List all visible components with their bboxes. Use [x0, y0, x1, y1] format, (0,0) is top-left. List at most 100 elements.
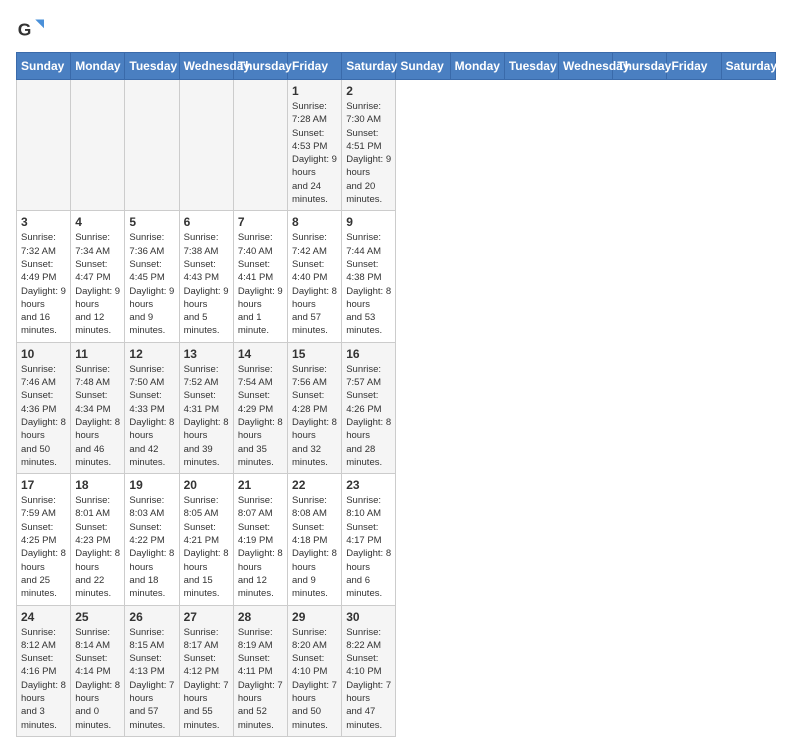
day-info: Sunrise: 8:19 AM Sunset: 4:11 PM Dayligh… [238, 626, 283, 732]
day-number: 18 [75, 478, 120, 492]
calendar-cell: 17 Sunrise: 7:59 AM Sunset: 4:25 PM Dayli… [17, 474, 71, 605]
calendar-cell: 7 Sunrise: 7:40 AM Sunset: 4:41 PM Daylig… [233, 211, 287, 342]
day-info: Sunrise: 7:38 AM Sunset: 4:43 PM Dayligh… [184, 231, 229, 337]
calendar-cell [179, 80, 233, 211]
calendar-cell: 28Sunrise: 8:19 AM Sunset: 4:11 PM Dayli… [233, 605, 287, 736]
calendar-cell: 16Sunrise: 7:57 AM Sunset: 4:26 PM Dayli… [342, 342, 396, 473]
calendar-cell: 4Sunrise: 7:34 AM Sunset: 4:47 PM Daylig… [71, 211, 125, 342]
day-info: Sunrise: 8:08 AM Sunset: 4:18 PM Dayligh… [292, 494, 337, 600]
day-info: Sunrise: 7:28 AM Sunset: 4:53 PM Dayligh… [292, 100, 337, 206]
calendar-cell [17, 80, 71, 211]
day-info: Sunrise: 7:42 AM Sunset: 4:40 PM Dayligh… [292, 231, 337, 337]
calendar-cell: 1 Sunrise: 7:28 AM Sunset: 4:53 PM Daylig… [288, 80, 342, 211]
calendar-cell: 20 Sunrise: 8:05 AM Sunset: 4:21 PM Dayli… [179, 474, 233, 605]
day-info: Sunrise: 8:12 AM Sunset: 4:16 PM Dayligh… [21, 626, 66, 732]
calendar-cell [125, 80, 179, 211]
calendar-cell: 18Sunrise: 8:01 AM Sunset: 4:23 PM Dayli… [71, 474, 125, 605]
calendar-week-row: 1 Sunrise: 7:28 AM Sunset: 4:53 PM Daylig… [17, 80, 776, 211]
day-info: Sunrise: 7:32 AM Sunset: 4:49 PM Dayligh… [21, 231, 66, 337]
calendar-cell: 25Sunrise: 8:14 AM Sunset: 4:14 PM Dayli… [71, 605, 125, 736]
day-info: Sunrise: 7:48 AM Sunset: 4:34 PM Dayligh… [75, 363, 120, 469]
calendar-cell: 23 Sunrise: 8:10 AM Sunset: 4:17 PM Dayli… [342, 474, 396, 605]
day-number: 14 [238, 347, 283, 361]
calendar-week-row: 24Sunrise: 8:12 AM Sunset: 4:16 PM Dayli… [17, 605, 776, 736]
calendar-cell: 11Sunrise: 7:48 AM Sunset: 4:34 PM Dayli… [71, 342, 125, 473]
calendar-table: SundayMondayTuesdayWednesdayThursdayFrid… [16, 52, 776, 737]
calendar-cell: 22 Sunrise: 8:08 AM Sunset: 4:18 PM Dayli… [288, 474, 342, 605]
day-number: 3 [21, 215, 66, 229]
calendar-cell: 27Sunrise: 8:17 AM Sunset: 4:12 PM Dayli… [179, 605, 233, 736]
weekday-header: Wednesday [179, 53, 233, 80]
calendar-cell: 10 Sunrise: 7:46 AM Sunset: 4:36 PM Dayli… [17, 342, 71, 473]
calendar-cell: 29Sunrise: 8:20 AM Sunset: 4:10 PM Dayli… [288, 605, 342, 736]
day-info: Sunrise: 7:50 AM Sunset: 4:33 PM Dayligh… [129, 363, 174, 469]
calendar-cell: 15 Sunrise: 7:56 AM Sunset: 4:28 PM Dayli… [288, 342, 342, 473]
logo: G [16, 16, 48, 44]
calendar-cell: 26Sunrise: 8:15 AM Sunset: 4:13 PM Dayli… [125, 605, 179, 736]
page-header: G [16, 16, 776, 44]
day-number: 2 [346, 84, 391, 98]
day-number: 17 [21, 478, 66, 492]
calendar-cell: 30Sunrise: 8:22 AM Sunset: 4:10 PM Dayli… [342, 605, 396, 736]
calendar-cell: 24Sunrise: 8:12 AM Sunset: 4:16 PM Dayli… [17, 605, 71, 736]
day-info: Sunrise: 8:03 AM Sunset: 4:22 PM Dayligh… [129, 494, 174, 600]
weekday-header: Monday [71, 53, 125, 80]
day-number: 10 [21, 347, 66, 361]
day-info: Sunrise: 8:22 AM Sunset: 4:10 PM Dayligh… [346, 626, 391, 732]
day-info: Sunrise: 8:05 AM Sunset: 4:21 PM Dayligh… [184, 494, 229, 600]
day-number: 15 [292, 347, 337, 361]
day-info: Sunrise: 7:59 AM Sunset: 4:25 PM Dayligh… [21, 494, 66, 600]
day-info: Sunrise: 7:30 AM Sunset: 4:51 PM Dayligh… [346, 100, 391, 206]
calendar-cell [71, 80, 125, 211]
weekday-header: Friday [288, 53, 342, 80]
calendar-header-row: SundayMondayTuesdayWednesdayThursdayFrid… [17, 53, 776, 80]
calendar-week-row: 3 Sunrise: 7:32 AM Sunset: 4:49 PM Daylig… [17, 211, 776, 342]
calendar-week-row: 17 Sunrise: 7:59 AM Sunset: 4:25 PM Dayli… [17, 474, 776, 605]
day-number: 19 [129, 478, 174, 492]
weekday-header-cell: Saturday [721, 53, 775, 80]
calendar-cell: 21 Sunrise: 8:07 AM Sunset: 4:19 PM Dayli… [233, 474, 287, 605]
day-info: Sunrise: 7:52 AM Sunset: 4:31 PM Dayligh… [184, 363, 229, 469]
day-info: Sunrise: 8:07 AM Sunset: 4:19 PM Dayligh… [238, 494, 283, 600]
calendar-cell: 3 Sunrise: 7:32 AM Sunset: 4:49 PM Daylig… [17, 211, 71, 342]
day-info: Sunrise: 8:10 AM Sunset: 4:17 PM Dayligh… [346, 494, 391, 600]
day-number: 1 [292, 84, 337, 98]
calendar-cell: 12 Sunrise: 7:50 AM Sunset: 4:33 PM Dayli… [125, 342, 179, 473]
weekday-header-cell: Monday [450, 53, 504, 80]
calendar-cell: 6Sunrise: 7:38 AM Sunset: 4:43 PM Daylig… [179, 211, 233, 342]
calendar-cell: 19 Sunrise: 8:03 AM Sunset: 4:22 PM Dayli… [125, 474, 179, 605]
day-number: 4 [75, 215, 120, 229]
day-info: Sunrise: 7:46 AM Sunset: 4:36 PM Dayligh… [21, 363, 66, 469]
day-number: 13 [184, 347, 229, 361]
calendar-cell: 2 Sunrise: 7:30 AM Sunset: 4:51 PM Daylig… [342, 80, 396, 211]
weekday-header: Sunday [17, 53, 71, 80]
calendar-week-row: 10 Sunrise: 7:46 AM Sunset: 4:36 PM Dayli… [17, 342, 776, 473]
day-number: 21 [238, 478, 283, 492]
calendar-cell: 8 Sunrise: 7:42 AM Sunset: 4:40 PM Daylig… [288, 211, 342, 342]
day-number: 22 [292, 478, 337, 492]
day-number: 5 [129, 215, 174, 229]
day-number: 23 [346, 478, 391, 492]
day-info: Sunrise: 7:40 AM Sunset: 4:41 PM Dayligh… [238, 231, 283, 337]
svg-text:G: G [18, 19, 32, 39]
calendar-cell: 13 Sunrise: 7:52 AM Sunset: 4:31 PM Dayli… [179, 342, 233, 473]
day-info: Sunrise: 7:57 AM Sunset: 4:26 PM Dayligh… [346, 363, 391, 469]
weekday-header: Saturday [342, 53, 396, 80]
day-number: 7 [238, 215, 283, 229]
day-info: Sunrise: 8:17 AM Sunset: 4:12 PM Dayligh… [184, 626, 229, 732]
day-info: Sunrise: 7:56 AM Sunset: 4:28 PM Dayligh… [292, 363, 337, 469]
day-info: Sunrise: 7:44 AM Sunset: 4:38 PM Dayligh… [346, 231, 391, 337]
day-info: Sunrise: 8:14 AM Sunset: 4:14 PM Dayligh… [75, 626, 120, 732]
day-number: 12 [129, 347, 174, 361]
logo-icon: G [16, 16, 44, 44]
day-number: 9 [346, 215, 391, 229]
day-info: Sunrise: 7:54 AM Sunset: 4:29 PM Dayligh… [238, 363, 283, 469]
weekday-header-cell: Thursday [613, 53, 667, 80]
day-info: Sunrise: 8:15 AM Sunset: 4:13 PM Dayligh… [129, 626, 174, 732]
weekday-header: Tuesday [125, 53, 179, 80]
calendar-cell: 14 Sunrise: 7:54 AM Sunset: 4:29 PM Dayli… [233, 342, 287, 473]
calendar-cell [233, 80, 287, 211]
day-number: 20 [184, 478, 229, 492]
weekday-header-cell: Wednesday [559, 53, 613, 80]
day-number: 8 [292, 215, 337, 229]
